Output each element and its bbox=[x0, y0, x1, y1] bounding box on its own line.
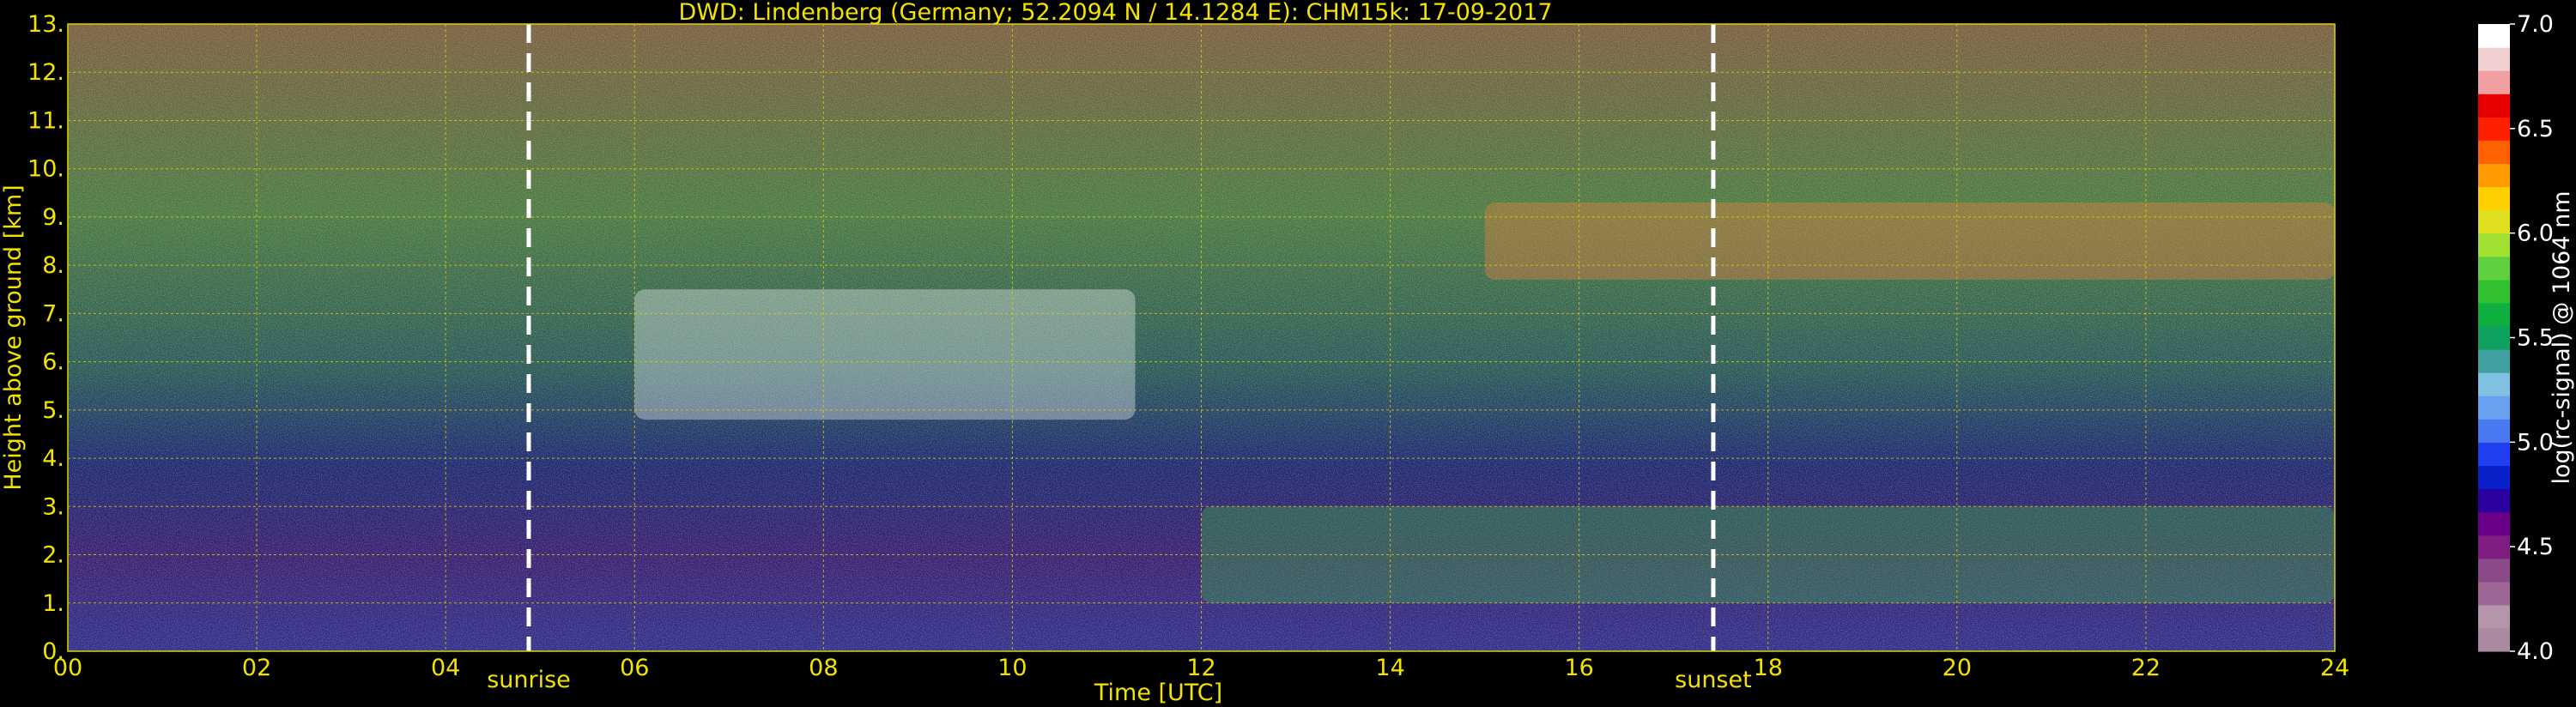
colorbar-segment bbox=[2478, 163, 2510, 188]
colorbar-segment bbox=[2478, 94, 2510, 118]
colorbar-segment bbox=[2478, 325, 2510, 350]
colorbar-segment bbox=[2478, 279, 2510, 304]
colorbar-segment bbox=[2478, 511, 2510, 536]
colorbar-segment bbox=[2478, 186, 2510, 211]
colorbar-segment bbox=[2478, 233, 2510, 257]
colorbar-segment bbox=[2478, 396, 2510, 420]
chart-title: DWD: Lindenberg (Germany; 52.2094 N / 14… bbox=[678, 0, 1552, 26]
y-tick-label: 3. bbox=[42, 493, 64, 520]
y-tick-label: 5. bbox=[42, 397, 64, 424]
y-tick-label: 0. bbox=[42, 638, 64, 665]
colorbar-segment bbox=[2478, 465, 2510, 490]
x-tick-label: 04 bbox=[431, 655, 460, 681]
colorbar-segment bbox=[2478, 117, 2510, 141]
colorbar-tick-label: 7.0 bbox=[2517, 11, 2554, 38]
colorbar-segment bbox=[2478, 256, 2510, 281]
colorbar-segment bbox=[2478, 349, 2510, 373]
y-tick-label: 1. bbox=[42, 590, 64, 617]
x-axis-label: Time [UTC] bbox=[1094, 680, 1222, 706]
colorbar: 4.04.55.05.56.06.57.0 bbox=[2478, 11, 2554, 665]
colorbar-segment bbox=[2478, 372, 2510, 396]
ceilometer-chart: sunrise sunset 00 02 04 06 08 10 12 14 16 18 20 22 24… bbox=[0, 0, 2575, 706]
colorbar-segment bbox=[2478, 302, 2510, 327]
cloud-layer-2 bbox=[1484, 202, 2335, 281]
colorbar-segment bbox=[2478, 627, 2510, 652]
sunrise-label: sunrise bbox=[487, 667, 571, 693]
colorbar-segment bbox=[2478, 47, 2510, 71]
x-tick-label: 02 bbox=[242, 655, 271, 681]
colorbar-tick-label: 6.5 bbox=[2517, 116, 2554, 142]
colorbar-segment bbox=[2478, 209, 2510, 234]
cloud-layer-1 bbox=[634, 289, 1136, 420]
y-tick-label: 13. bbox=[27, 11, 64, 38]
y-tick-label: 4. bbox=[42, 445, 64, 472]
x-tick-label: 10 bbox=[997, 655, 1027, 681]
y-tick-label: 7. bbox=[42, 300, 64, 327]
x-tick-label: 20 bbox=[1943, 655, 1972, 681]
colorbar-tick-label: 4.0 bbox=[2517, 638, 2554, 665]
colorbar-segment bbox=[2478, 70, 2510, 94]
colorbar-segment bbox=[2478, 24, 2510, 48]
x-tick-label: 24 bbox=[2320, 655, 2349, 681]
y-tick-label: 9. bbox=[42, 204, 64, 231]
colorbar-segment bbox=[2478, 604, 2510, 629]
colorbar-segment bbox=[2478, 488, 2510, 513]
x-tick-label: 16 bbox=[1564, 655, 1593, 681]
sunset-label: sunset bbox=[1675, 667, 1752, 693]
y-tick-label: 2. bbox=[42, 542, 64, 569]
colorbar-segment bbox=[2478, 140, 2510, 165]
x-tick-label: 08 bbox=[809, 655, 838, 681]
x-tick-label: 12 bbox=[1186, 655, 1215, 681]
colorbar-tick-label: 4.5 bbox=[2517, 534, 2554, 560]
colorbar-segment bbox=[2478, 558, 2510, 583]
x-tick-label: 18 bbox=[1754, 655, 1783, 681]
colorbar-segment bbox=[2478, 581, 2510, 606]
colorbar-segment bbox=[2478, 535, 2510, 559]
x-tick-label: 14 bbox=[1375, 655, 1404, 681]
y-tick-label: 8. bbox=[42, 252, 64, 279]
y-tick-label: 10. bbox=[27, 156, 64, 183]
colorbar-label: log(rc-signal) @ 1064 nm bbox=[2549, 190, 2575, 484]
y-axis-label: Height above ground [km] bbox=[0, 184, 27, 490]
colorbar-segment bbox=[2478, 419, 2510, 443]
y-tick-label: 6. bbox=[42, 349, 64, 376]
y-tick-label: 11. bbox=[27, 107, 64, 134]
colorbar-segment bbox=[2478, 442, 2510, 467]
y-tick-label: 12. bbox=[27, 59, 64, 86]
x-tick-label: 22 bbox=[2131, 655, 2161, 681]
x-tick-label: 06 bbox=[620, 655, 649, 681]
